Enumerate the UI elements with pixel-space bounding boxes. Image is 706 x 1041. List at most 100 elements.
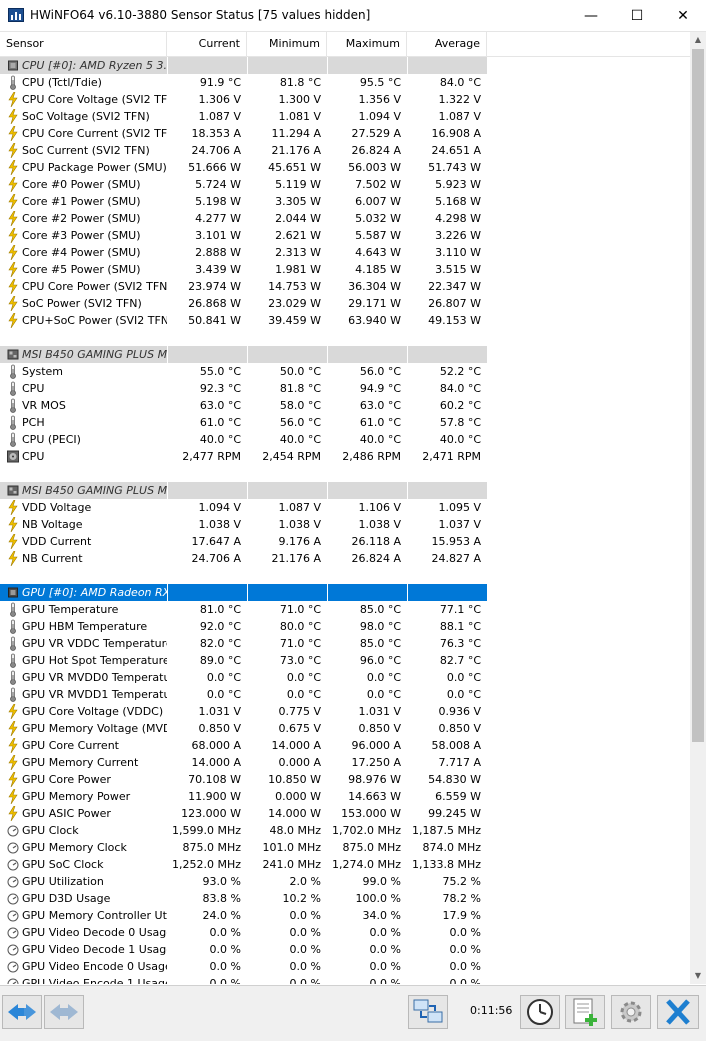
add-report-icon: [573, 998, 597, 1026]
column-average[interactable]: Average: [407, 32, 487, 56]
sensor-row[interactable]: GPU Video Encode 1 Usage 0.0 % 0.0 % 0.0 % 0…: [0, 975, 487, 984]
sensor-row[interactable]: SoC Power (SVI2 TFN) 26.868 W 23.029 W 29.1…: [0, 295, 487, 312]
scroll-down-arrow-icon[interactable]: ▼: [690, 968, 706, 984]
close-sensors-button[interactable]: [657, 995, 699, 1029]
sensor-row[interactable]: Core #2 Power (SMU) 4.277 W 2.044 W 5.032 W…: [0, 210, 487, 227]
sensor-row[interactable]: GPU D3D Usage 83.8 % 10.2 % 100.0 % 78.2 %: [0, 890, 487, 907]
sensor-row[interactable]: GPU VR VDDC Temperature 82.0 °C 71.0 °C 85.…: [0, 635, 487, 652]
sensor-group-row[interactable]: CPU [#0]: AMD Ryzen 5 3...: [0, 57, 487, 74]
sensor-row[interactable]: PCH 61.0 °C 56.0 °C 61.0 °C 57.8 °C: [0, 414, 487, 431]
sensor-row[interactable]: Core #3 Power (SMU) 3.101 W 2.621 W 5.587 W…: [0, 227, 487, 244]
sensor-row[interactable]: VDD Voltage 1.094 V 1.087 V 1.106 V 1.095 V: [0, 499, 487, 516]
close-window-button[interactable]: ✕: [660, 0, 706, 31]
sensor-row[interactable]: Core #0 Power (SMU) 5.724 W 5.119 W 7.502 W…: [0, 176, 487, 193]
sensor-name: GPU Video Encode 0 Usage: [22, 960, 167, 973]
settings-button[interactable]: [611, 995, 651, 1029]
sensor-row[interactable]: Core #1 Power (SMU) 5.198 W 3.305 W 6.007 W…: [0, 193, 487, 210]
sensor-row[interactable]: GPU Temperature 81.0 °C 71.0 °C 85.0 °C 77.1…: [0, 601, 487, 618]
current-value: 40.0 °C: [199, 433, 241, 446]
app-icon: [8, 8, 24, 22]
sensor-row[interactable]: CPU Core Power (SVI2 TFN) 23.974 W 14.753 …: [0, 278, 487, 295]
maximum-value: 14.663 W: [348, 790, 401, 803]
sensor-name: NB Current: [22, 552, 83, 565]
network-button[interactable]: [408, 995, 448, 1029]
sensor-row[interactable]: VDD Current 17.647 A 9.176 A 26.118 A 15.953…: [0, 533, 487, 550]
sensor-row[interactable]: GPU Memory Power 11.900 W 0.000 W 14.663 W 6…: [0, 788, 487, 805]
next-sensor-button[interactable]: [44, 995, 84, 1029]
sensor-row[interactable]: CPU 2,477 RPM 2,454 RPM 2,486 RPM 2,471 RPM: [0, 448, 487, 465]
sensor-row[interactable]: GPU Core Current 68.000 A 14.000 A 96.000 A…: [0, 737, 487, 754]
sensor-group-row-selected[interactable]: GPU [#0]: AMD Radeon RX...: [0, 584, 487, 601]
sensor-row[interactable]: GPU Video Decode 0 Usage 0.0 % 0.0 % 0.0 % 0…: [0, 924, 487, 941]
sensor-row[interactable]: GPU Memory Clock 875.0 MHz 101.0 MHz 875.0 …: [0, 839, 487, 856]
spacer-row: [0, 329, 487, 346]
sensor-row[interactable]: GPU Hot Spot Temperature 89.0 °C 73.0 °C 96…: [0, 652, 487, 669]
sensor-row[interactable]: GPU SoC Clock 1,252.0 MHz 241.0 MHz 1,274.0…: [0, 856, 487, 873]
minimum-value: 10.850 W: [268, 773, 321, 786]
sensor-row[interactable]: Core #4 Power (SMU) 2.888 W 2.313 W 4.643 W…: [0, 244, 487, 261]
minimum-value: 9.176 A: [278, 535, 321, 548]
reset-timer-button[interactable]: [520, 995, 560, 1029]
sensor-row[interactable]: CPU Package Power (SMU) 51.666 W 45.651 W 5…: [0, 159, 487, 176]
logging-button[interactable]: [565, 995, 605, 1029]
sensor-list[interactable]: CPU [#0]: AMD Ryzen 5 3... CPU (Tctl/Tdie…: [0, 57, 690, 984]
current-value: 50.841 W: [188, 314, 241, 327]
previous-sensor-button[interactable]: [2, 995, 42, 1029]
sensor-row[interactable]: GPU Memory Voltage (MVD... 0.850 V 0.675 V…: [0, 720, 487, 737]
sensor-row[interactable]: Core #5 Power (SMU) 3.439 W 1.981 W 4.185 W…: [0, 261, 487, 278]
sensor-row[interactable]: GPU Video Encode 0 Usage 0.0 % 0.0 % 0.0 % 0…: [0, 958, 487, 975]
sensor-row[interactable]: CPU 92.3 °C 81.8 °C 94.9 °C 84.0 °C: [0, 380, 487, 397]
vertical-scrollbar[interactable]: ▲ ▼: [690, 32, 706, 984]
sensor-group-row[interactable]: MSI B450 GAMING PLUS M...: [0, 346, 487, 363]
column-maximum[interactable]: Maximum: [327, 32, 407, 56]
sensor-row[interactable]: GPU VR MVDD1 Temperature 0.0 °C 0.0 °C 0.0 …: [0, 686, 487, 703]
sensor-row[interactable]: NB Voltage 1.038 V 1.038 V 1.038 V 1.037 V: [0, 516, 487, 533]
maximum-value: 85.0 °C: [359, 603, 401, 616]
sensor-row[interactable]: GPU Core Power 70.108 W 10.850 W 98.976 W 54…: [0, 771, 487, 788]
sensor-row[interactable]: GPU VR MVDD0 Temperature 0.0 °C 0.0 °C 0.0 …: [0, 669, 487, 686]
sensor-row[interactable]: SoC Current (SVI2 TFN) 24.706 A 21.176 A 26…: [0, 142, 487, 159]
sensor-row[interactable]: System 55.0 °C 50.0 °C 56.0 °C 52.2 °C: [0, 363, 487, 380]
sensor-row[interactable]: GPU Video Decode 1 Usage 0.0 % 0.0 % 0.0 % 0…: [0, 941, 487, 958]
maximum-value: 63.0 °C: [359, 399, 401, 412]
column-minimum[interactable]: Minimum: [247, 32, 327, 56]
scroll-up-arrow-icon[interactable]: ▲: [690, 32, 706, 48]
column-divider: [247, 57, 248, 74]
average-value: 76.3 °C: [439, 637, 481, 650]
sensor-row[interactable]: CPU+SoC Power (SVI2 TFN) 50.841 W 39.459 W…: [0, 312, 487, 329]
sensor-row[interactable]: SoC Voltage (SVI2 TFN) 1.087 V 1.081 V 1.09…: [0, 108, 487, 125]
current-value: 83.8 %: [202, 892, 241, 905]
maximize-button[interactable]: ☐: [614, 0, 660, 31]
sensor-row[interactable]: GPU Memory Current 14.000 A 0.000 A 17.250 …: [0, 754, 487, 771]
current-value: 1,599.0 MHz: [171, 824, 241, 837]
sensor-row[interactable]: NB Current 24.706 A 21.176 A 26.824 A 24.827…: [0, 550, 487, 567]
current-value: 17.647 A: [191, 535, 241, 548]
sensor-row[interactable]: GPU Core Voltage (VDDC) 1.031 V 0.775 V 1.0…: [0, 703, 487, 720]
sensor-row[interactable]: GPU Clock 1,599.0 MHz 48.0 MHz 1,702.0 MHz 1…: [0, 822, 487, 839]
column-current[interactable]: Current: [167, 32, 247, 56]
average-value: 52.2 °C: [439, 365, 481, 378]
column-divider: [247, 482, 248, 499]
sensor-row[interactable]: GPU ASIC Power 123.000 W 14.000 W 153.000 W…: [0, 805, 487, 822]
close-icon: ✕: [677, 7, 689, 24]
column-sensor[interactable]: Sensor: [0, 32, 167, 56]
sensor-row[interactable]: CPU (PECI) 40.0 °C 40.0 °C 40.0 °C 40.0 °C: [0, 431, 487, 448]
sensor-group-row[interactable]: MSI B450 GAMING PLUS M...: [0, 482, 487, 499]
sensor-row[interactable]: GPU HBM Temperature 92.0 °C 80.0 °C 98.0 °C…: [0, 618, 487, 635]
maximum-value: 96.0 °C: [359, 654, 401, 667]
average-value: 17.9 %: [442, 909, 481, 922]
column-divider: [327, 482, 328, 499]
sensor-name: GPU Temperature: [22, 603, 119, 616]
sensor-row[interactable]: GPU Utilization 93.0 % 2.0 % 99.0 % 75.2 %: [0, 873, 487, 890]
minimize-button[interactable]: —: [568, 0, 614, 31]
sensor-row[interactable]: CPU (Tctl/Tdie) 91.9 °C 81.8 °C 95.5 °C 84.0…: [0, 74, 487, 91]
current-value: 123.000 W: [181, 807, 241, 820]
current-value: 1.087 V: [198, 110, 241, 123]
sensor-name: GPU Memory Power: [22, 790, 131, 803]
sensor-row[interactable]: CPU Core Current (SVI2 TFN) 18.353 A 11.29…: [0, 125, 487, 142]
sensor-row[interactable]: VR MOS 63.0 °C 58.0 °C 63.0 °C 60.2 °C: [0, 397, 487, 414]
scroll-thumb[interactable]: [692, 49, 704, 742]
sensor-row[interactable]: GPU Memory Controller Util... 24.0 % 0.0 %…: [0, 907, 487, 924]
minimum-value: 0.0 °C: [286, 688, 321, 701]
sensor-row[interactable]: CPU Core Voltage (SVI2 TFN) 1.306 V 1.300 …: [0, 91, 487, 108]
